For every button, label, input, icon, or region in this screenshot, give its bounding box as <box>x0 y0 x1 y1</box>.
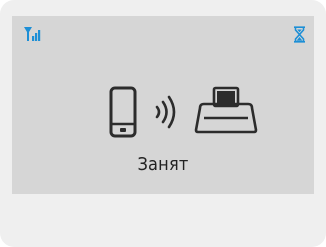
printer-icon <box>194 86 258 134</box>
wireless-waves-icon <box>155 95 176 129</box>
smartphone-icon <box>109 86 137 138</box>
device-frame: Занят <box>0 0 326 247</box>
status-text: Занят <box>137 154 189 175</box>
lcd-screen: Занят <box>12 16 314 194</box>
hourglass-icon <box>294 26 305 43</box>
signal-strength-icon <box>24 27 41 41</box>
